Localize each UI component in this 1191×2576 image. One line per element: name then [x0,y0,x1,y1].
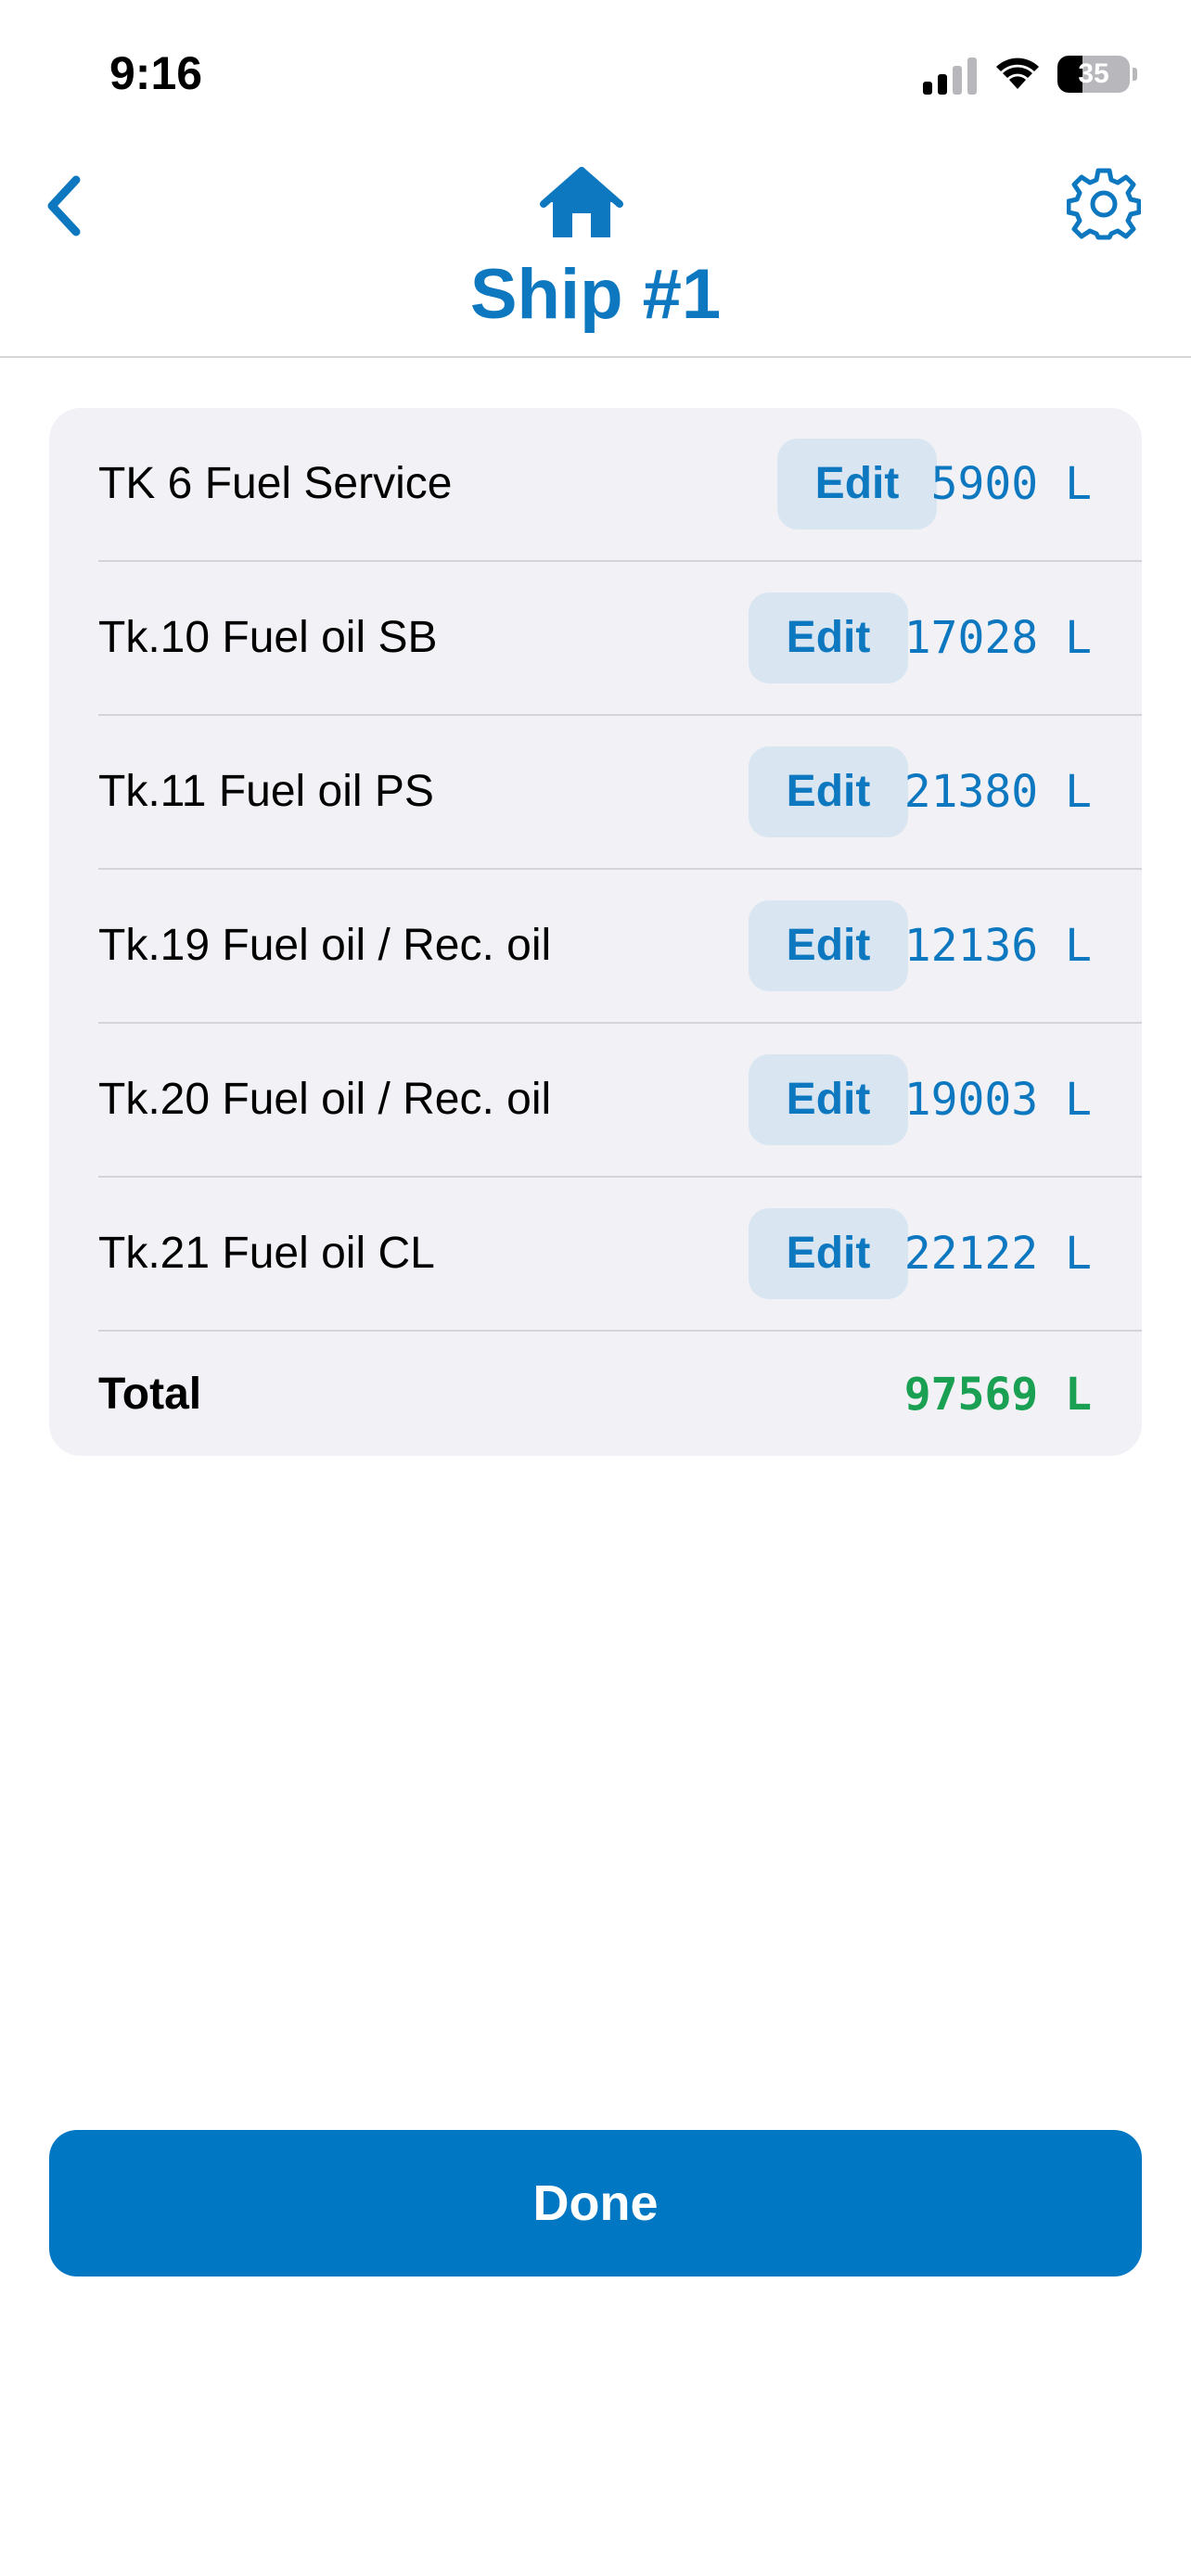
screen: 9:16 35 Ship #1 TK 6 Fuel Service Edit 5… [0,0,1191,2576]
nav-header: Ship #1 [0,139,1191,358]
back-button[interactable] [37,169,102,243]
edit-button[interactable]: Edit [749,1208,908,1299]
total-row: Total 97569 L [98,1332,1142,1458]
tank-label: Tk.20 Fuel oil / Rec. oil [98,1075,552,1124]
tank-volume: 21380 L [903,766,1092,818]
edit-button[interactable]: Edit [749,1054,908,1145]
list-item: Tk.21 Fuel oil CL Edit 22122 L [98,1178,1142,1332]
wifi-icon [996,57,1039,89]
home-button[interactable] [540,167,623,241]
home-icon [540,167,623,237]
tank-volume: 17028 L [903,612,1092,664]
tank-volume: 19003 L [903,1074,1092,1126]
edit-button[interactable]: Edit [749,900,908,991]
tank-label: Tk.11 Fuel oil PS [98,767,434,816]
tank-volume: 5900 L [930,458,1092,510]
battery-icon: 35 [1057,56,1130,93]
page-title: Ship #1 [469,255,722,334]
done-button[interactable]: Done [49,2130,1142,2276]
edit-button[interactable]: Edit [749,746,908,837]
list-item: Tk.19 Fuel oil / Rec. oil Edit 12136 L [98,870,1142,1024]
list-item: Tk.20 Fuel oil / Rec. oil Edit 19003 L [98,1024,1142,1178]
edit-button[interactable]: Edit [777,439,937,529]
chevron-left-icon [47,175,81,236]
battery-level: 35 [1078,58,1109,89]
settings-button[interactable] [1066,167,1142,241]
edit-button[interactable]: Edit [749,593,908,683]
list-item: Tk.10 Fuel oil SB Edit 17028 L [98,562,1142,716]
list-item: TK 6 Fuel Service Edit 5900 L [98,408,1142,562]
tank-label: Tk.19 Fuel oil / Rec. oil [98,921,552,970]
tank-label: TK 6 Fuel Service [98,459,453,508]
tank-volume: 12136 L [903,920,1092,972]
total-label: Total [98,1370,202,1419]
tank-label: Tk.21 Fuel oil CL [98,1229,435,1278]
cellular-signal-icon [923,56,977,95]
status-bar: 9:16 35 [0,0,1191,139]
total-volume: 97569 L [903,1369,1092,1421]
list-item: Tk.11 Fuel oil PS Edit 21380 L [98,716,1142,870]
tank-list-card: TK 6 Fuel Service Edit 5900 L Tk.10 Fuel… [49,408,1142,1456]
gear-icon [1066,168,1142,240]
tank-label: Tk.10 Fuel oil SB [98,613,438,662]
battery-cap [1133,68,1137,81]
tank-volume: 22122 L [903,1228,1092,1280]
status-time: 9:16 [109,47,203,99]
